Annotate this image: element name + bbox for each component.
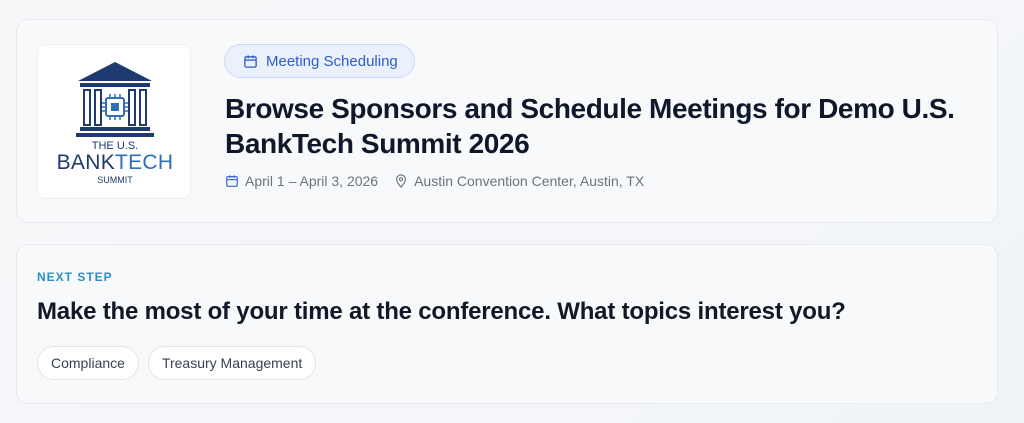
event-dates: April 1 – April 3, 2026 bbox=[225, 173, 378, 189]
event-meta: April 1 – April 3, 2026 Austin Conventio… bbox=[225, 173, 644, 189]
event-logo: THE U.S. BANKTECH SUMMIT bbox=[37, 44, 191, 199]
logo-tech-text: TECH bbox=[115, 151, 174, 174]
badge-label: Meeting Scheduling bbox=[266, 52, 398, 70]
topic-chip-compliance[interactable]: Compliance bbox=[37, 346, 139, 380]
logo-line-3: SUMMIT bbox=[97, 175, 133, 185]
event-dates-text: April 1 – April 3, 2026 bbox=[245, 173, 379, 189]
meeting-scheduling-badge: Meeting Scheduling bbox=[224, 44, 415, 78]
logo-bank-text: BANK bbox=[56, 151, 115, 174]
next-step-card: NEXT STEP Make the most of your time at … bbox=[16, 244, 998, 404]
calendar-icon bbox=[244, 54, 257, 68]
bank-building-icon bbox=[76, 62, 154, 137]
event-header-card: THE U.S. BANKTECH SUMMIT Meeting Schedul… bbox=[16, 19, 998, 223]
event-location-text: Austin Convention Center, Austin, TX bbox=[414, 173, 645, 189]
page-title: Browse Sponsors and Schedule Meetings fo… bbox=[225, 93, 955, 159]
next-step-eyebrow: NEXT STEP bbox=[37, 270, 113, 284]
calendar-icon bbox=[226, 175, 238, 187]
topics-question: Make the most of your time at the confer… bbox=[37, 298, 846, 325]
map-pin-icon bbox=[396, 174, 407, 188]
topic-chip-treasury-management[interactable]: Treasury Management bbox=[147, 346, 317, 380]
event-location: Austin Convention Center, Austin, TX bbox=[394, 173, 644, 189]
topic-chips: Compliance Treasury Management bbox=[37, 346, 317, 380]
logo-line-2: BANKTECH bbox=[38, 151, 192, 175]
